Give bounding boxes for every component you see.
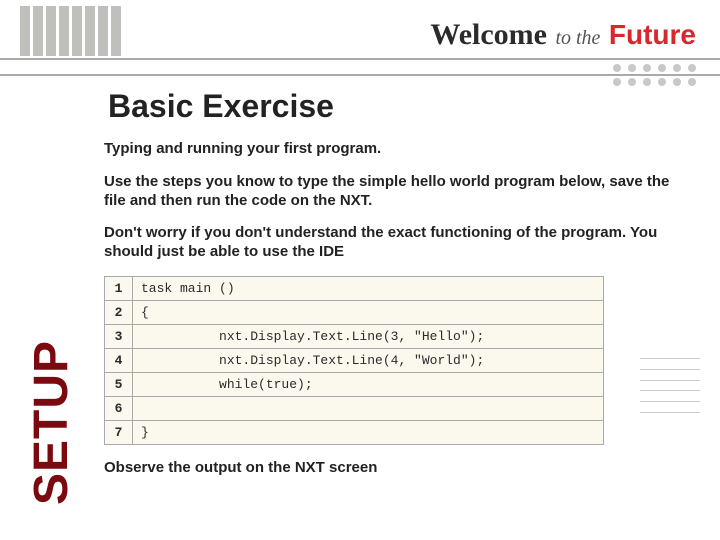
paragraph-instructions: Use the steps you know to type the simpl… [104,173,690,211]
code-row: 1task main () [105,276,604,300]
code-row: 3 nxt.Display.Text.Line(3, "Hello"); [105,324,604,348]
code-listing-table: 1task main () 2{ 3 nxt.Display.Text.Line… [104,276,604,445]
header-rule-1 [0,58,720,60]
paragraph-intro: Typing and running your first program. [104,140,690,159]
code-line-text: } [133,420,604,444]
code-line-text: nxt.Display.Text.Line(4, "World"); [133,348,604,372]
code-line-number: 5 [105,372,133,396]
code-line-number: 2 [105,300,133,324]
code-line-text: task main () [133,276,604,300]
code-line-number: 4 [105,348,133,372]
code-line-number: 6 [105,396,133,420]
code-row: 7} [105,420,604,444]
code-row: 6 [105,396,604,420]
code-line-number: 1 [105,276,133,300]
brand-wordmark: Welcome to the Future [430,18,696,52]
code-line-text: nxt.Display.Text.Line(3, "Hello"); [133,324,604,348]
code-line-number: 3 [105,324,133,348]
paragraph-observe: Observe the output on the NXT screen [104,459,690,478]
code-line-number: 7 [105,420,133,444]
header-dots-decoration [613,64,698,88]
code-line-text: while(true); [133,372,604,396]
code-line-text [133,396,604,420]
slide-header: Welcome to the Future [0,0,720,78]
code-row: 2{ [105,300,604,324]
brand-future: Future [609,19,696,50]
brand-welcome: Welcome [430,18,547,51]
paragraph-note: Don't worry if you don't understand the … [104,224,690,262]
slide-content: Typing and running your first program. U… [104,140,690,492]
header-stripes-decoration [20,6,121,56]
header-rule-2 [0,74,720,76]
slide-title: Basic Exercise [108,88,334,125]
code-row: 5 while(true); [105,372,604,396]
brand-tothe: to the [555,27,600,49]
code-row: 4 nxt.Display.Text.Line(4, "World"); [105,348,604,372]
setup-vertical-label: SETUP [24,340,79,505]
code-line-text: { [133,300,604,324]
